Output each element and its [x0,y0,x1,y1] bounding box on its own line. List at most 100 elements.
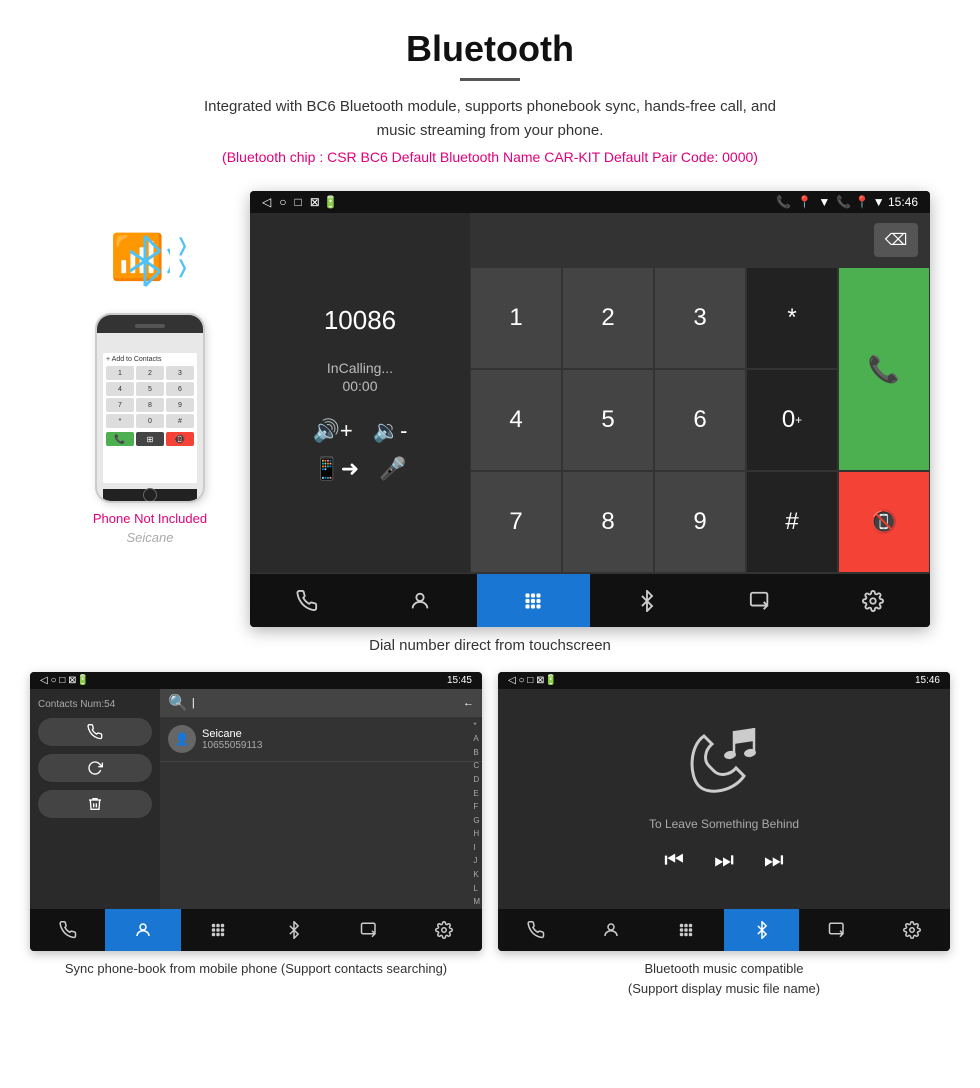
dial-key-end[interactable]: 📵 [838,471,930,573]
contact-item[interactable]: 👤 Seicane 10655059113 [160,717,482,762]
dial-key-7[interactable]: 7 [470,471,562,573]
music-icon [684,726,764,796]
music-controls: ⏮ ⏭ ⏭ [664,847,783,873]
next-chapter-btn[interactable]: ⏭ [714,847,734,873]
alpha-k[interactable]: J [473,857,480,865]
alpha-e[interactable]: D [473,776,480,784]
contact-call-btn[interactable] [38,718,152,746]
contact-refresh-btn[interactable] [38,754,152,782]
bluetooth-symbol [120,231,170,291]
back-icon[interactable]: ◁ [262,195,271,209]
backspace-button[interactable]: ⌫ [874,223,918,257]
phone-status-icon: 📞 [776,195,791,209]
bt-waves-icon: ❭❭ [175,235,190,278]
alpha-a[interactable]: * [473,722,480,730]
bs-nav-contacts[interactable] [105,909,180,951]
music-nav-dialpad[interactable] [649,909,724,951]
microphone-icon[interactable]: 🎤 [379,456,406,482]
dial-key-0plus[interactable]: 0+ [746,369,838,471]
alpha-d[interactable]: C [473,762,480,770]
alpha-m[interactable]: L [473,885,480,893]
subtitle: Integrated with BC6 Bluetooth module, su… [190,95,790,143]
dial-key-3[interactable]: 3 [654,267,746,369]
dial-key-5[interactable]: 5 [562,369,654,471]
music-icon-wrap [684,726,764,801]
nav-dialpad[interactable] [477,573,590,627]
volume-down-icon[interactable]: 🔉- [373,418,408,444]
status-right: 📞 📍 ▼ 📞 📍 ▼ 15:46 [776,195,918,209]
contacts-screen-wrap: ◁ ○ □ ⊠🔋 15:45 Contacts Num:54 [30,672,482,998]
contacts-caption: Sync phone-book from mobile phone (Suppo… [30,959,482,979]
music-nav-transfer[interactable] [799,909,874,951]
signal-icon: ▼ [818,195,830,209]
main-caption: Dial number direct from touchscreen [0,637,980,654]
car-status-bar: ◁ ○ □ ⊠ 🔋 📞 📍 ▼ 📞 📍 ▼ 15:46 [250,191,930,213]
notification-icons: ⊠ 🔋 [310,195,338,209]
nav-settings[interactable] [817,573,930,627]
alpha-f[interactable]: E [473,790,480,798]
car-left-panel: 10086 InCalling... 00:00 🔊+ 🔉- 📱➜ 🎤 [250,213,470,573]
volume-up-icon[interactable]: 🔊+ [313,418,353,444]
music-status-bar: ◁ ○ □ ⊠🔋 15:46 [498,672,950,689]
contact-avatar: 👤 [168,725,196,753]
music-content: To Leave Something Behind ⏮ ⏭ ⏭ [498,689,950,909]
dialpad: ⌫ 1 2 3 * 📞 4 5 6 0+ 7 [470,213,930,573]
bs-nav-bluetooth[interactable] [256,909,331,951]
contacts-right-panel: 🔍 | ← 👤 Seicane 10655059113 * [160,689,482,909]
calling-time: 00:00 [270,378,450,394]
nav-call[interactable] [250,573,363,627]
car-bottom-nav [250,573,930,627]
dial-key-1[interactable]: 1 [470,267,562,369]
alpha-n[interactable]: M [473,898,480,906]
contacts-main: Contacts Num:54 🔍 | [30,689,482,909]
recents-icon[interactable]: □ [294,195,301,209]
dial-key-2[interactable]: 2 [562,267,654,369]
car-screen: ◁ ○ □ ⊠ 🔋 📞 📍 ▼ 📞 📍 ▼ 15:46 10086 InCa [250,191,930,627]
phone-screen: + Add to Contacts 1 2 3 4 5 6 7 8 9 * [103,353,197,483]
dial-key-call[interactable]: 📞 [838,267,930,471]
alpha-j[interactable]: I [473,844,480,852]
transfer-call-icon[interactable]: 📱➜ [313,456,359,482]
nav-bluetooth[interactable] [590,573,703,627]
prev-track-btn[interactable]: ⏮ [664,847,684,873]
music-title: To Leave Something Behind [649,817,799,831]
music-nav-settings[interactable] [875,909,950,951]
home-icon[interactable]: ○ [279,195,286,209]
nav-contacts[interactable] [363,573,476,627]
music-screen: ◁ ○ □ ⊠🔋 15:46 [498,672,950,951]
nav-transfer[interactable] [703,573,816,627]
contact-delete-btn[interactable] [38,790,152,818]
dial-key-hash[interactable]: # [746,471,838,573]
music-screen-wrap: ◁ ○ □ ⊠🔋 15:46 [498,672,950,998]
phone-mockup-wrap: 📶 ❭❭ + Add to Contacts 1 [50,191,250,545]
alpha-h[interactable]: G [473,817,480,825]
alpha-g[interactable]: F [473,803,480,811]
contacts-time: 15:45 [447,675,472,686]
dial-key-9[interactable]: 9 [654,471,746,573]
alpha-c[interactable]: B [473,749,480,757]
bs-nav-call[interactable] [30,909,105,951]
dial-key-star[interactable]: * [746,267,838,369]
alpha-b[interactable]: A [473,735,480,743]
music-nav-call[interactable] [498,909,573,951]
dial-number: 10086 [270,305,450,336]
dial-key-6[interactable]: 6 [654,369,746,471]
music-nav-bluetooth[interactable] [724,909,799,951]
car-main: 10086 InCalling... 00:00 🔊+ 🔉- 📱➜ 🎤 [250,213,930,573]
car-left-controls: 🔊+ 🔉- 📱➜ 🎤 [270,418,450,482]
title-divider [460,78,520,81]
dial-key-8[interactable]: 8 [562,471,654,573]
bs-nav-dialpad[interactable] [181,909,256,951]
bluetooth-icon-area: 📶 ❭❭ [110,231,190,301]
music-time: 15:46 [915,675,940,686]
dial-key-4[interactable]: 4 [470,369,562,471]
contacts-status-bar: ◁ ○ □ ⊠🔋 15:45 [30,672,482,689]
alpha-i[interactable]: H [473,830,480,838]
next-track-btn[interactable]: ⏭ [764,847,784,873]
time-display: 📞 📍 ▼ 15:46 [836,195,918,209]
bs-nav-transfer[interactable] [331,909,406,951]
bs-nav-settings[interactable] [407,909,482,951]
music-nav-contacts[interactable] [573,909,648,951]
alpha-l[interactable]: K [473,871,480,879]
contacts-back-arrow[interactable]: ← [463,697,474,709]
